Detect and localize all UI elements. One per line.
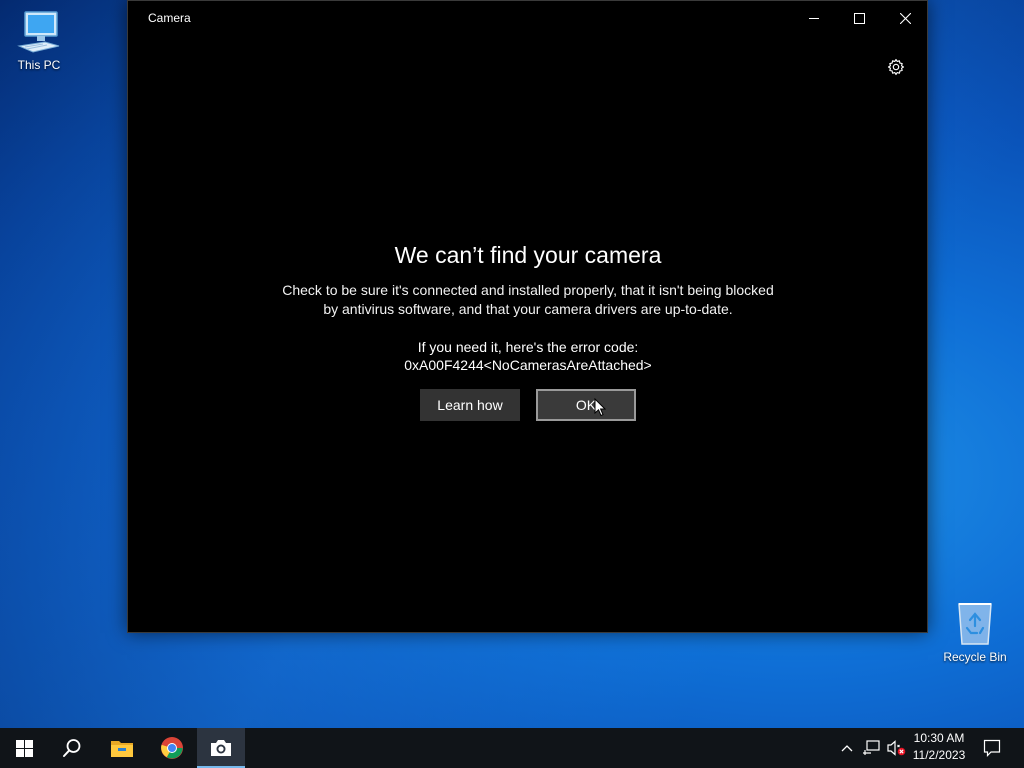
window-title: Camera bbox=[148, 11, 191, 25]
volume-muted-icon bbox=[887, 740, 906, 756]
camera-window: Camera We can’t find your camera Check t… bbox=[127, 0, 928, 633]
desktop-icon-this-pc[interactable]: This PC bbox=[1, 8, 77, 72]
camera-icon bbox=[211, 740, 231, 756]
windows-logo-icon bbox=[15, 739, 33, 757]
taskbar-clock[interactable]: 10:30 AM 11/2/2023 bbox=[908, 730, 970, 766]
desktop-icon-label: This PC bbox=[17, 58, 61, 72]
clock-date: 11/2/2023 bbox=[912, 748, 966, 762]
dialog-actions: Learn how OK bbox=[128, 389, 928, 421]
search-button[interactable] bbox=[48, 728, 96, 768]
network-icon bbox=[863, 740, 880, 755]
network-button[interactable] bbox=[860, 728, 882, 768]
clock-time: 10:30 AM bbox=[913, 731, 965, 745]
chevron-up-icon bbox=[841, 745, 853, 752]
close-button[interactable] bbox=[882, 1, 928, 35]
file-explorer-button[interactable] bbox=[98, 728, 146, 768]
error-heading: We can’t find your camera bbox=[394, 242, 662, 268]
close-icon bbox=[899, 12, 911, 24]
action-center-button[interactable] bbox=[978, 728, 1006, 768]
error-code: 0xA00F4244<NoCamerasAreAttached> bbox=[404, 357, 652, 373]
mouse-cursor-icon bbox=[594, 398, 606, 417]
maximize-icon bbox=[853, 12, 865, 24]
ok-button[interactable]: OK bbox=[536, 389, 636, 421]
settings-button[interactable] bbox=[884, 55, 908, 79]
gear-icon bbox=[887, 58, 905, 76]
learn-how-button[interactable]: Learn how bbox=[420, 389, 520, 421]
chrome-button[interactable] bbox=[148, 728, 196, 768]
description-line: by antivirus software, and that your cam… bbox=[323, 301, 733, 317]
notification-icon bbox=[983, 739, 1001, 757]
taskbar: 10:30 AM 11/2/2023 bbox=[0, 728, 1024, 768]
description-line: Check to be sure it's connected and inst… bbox=[282, 282, 774, 298]
error-description: Check to be sure it's connected and inst… bbox=[128, 281, 928, 319]
file-explorer-icon bbox=[111, 741, 133, 757]
camera-taskbar-button[interactable] bbox=[197, 728, 245, 768]
minimize-icon bbox=[808, 17, 819, 19]
desktop-icon-recycle-bin[interactable]: Recycle Bin bbox=[937, 600, 1013, 664]
search-icon bbox=[63, 739, 81, 757]
title-bar[interactable]: Camera bbox=[128, 1, 927, 35]
error-code-label: If you need it, here's the error code: bbox=[417, 339, 639, 355]
start-button[interactable] bbox=[0, 728, 48, 768]
error-message: We can’t find your camera Check to be su… bbox=[128, 239, 928, 374]
show-hidden-icons-button[interactable] bbox=[836, 728, 858, 768]
chrome-icon bbox=[161, 737, 183, 759]
recycle-bin-icon bbox=[958, 603, 992, 645]
minimize-button[interactable] bbox=[791, 1, 837, 35]
volume-button[interactable] bbox=[884, 728, 908, 768]
maximize-button[interactable] bbox=[836, 1, 882, 35]
desktop-icon-label: Recycle Bin bbox=[943, 650, 1007, 664]
computer-icon bbox=[17, 11, 60, 53]
